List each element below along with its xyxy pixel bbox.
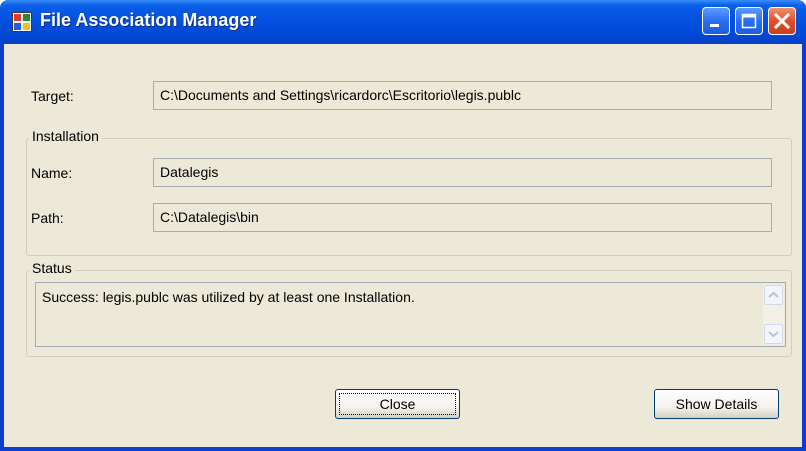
target-label: Target: [31,88,74,104]
target-field[interactable]: C:\Documents and Settings\ricardorc\Escr… [153,81,772,110]
maximize-button[interactable] [735,7,763,35]
close-button[interactable]: Close [335,389,460,419]
minimize-icon [710,24,719,27]
path-label: Path: [31,210,64,226]
window-title: File Association Manager [40,10,257,30]
name-field[interactable]: Datalegis [153,158,772,187]
show-details-button-label: Show Details [675,396,758,412]
status-message: Success: legis.publc was utilized by at … [42,289,415,305]
application-window-icon [12,12,32,32]
close-button-label: Close [379,396,416,412]
title-bar[interactable]: File Association Manager [0,0,806,44]
path-field[interactable]: C:\Datalegis\bin [153,203,772,232]
chevron-up-icon [768,291,779,298]
close-icon [773,12,791,30]
app-window: File Association Manager Target: C:\Docu… [0,0,806,451]
maximize-icon [741,13,757,29]
installation-group [26,138,792,256]
chevron-down-icon [768,331,779,338]
installation-group-label: Installation [29,128,102,144]
name-label: Name: [31,165,73,181]
minimize-button[interactable] [702,7,730,35]
show-details-button[interactable]: Show Details [654,389,779,419]
scroll-down-button[interactable] [764,324,783,344]
scroll-up-button[interactable] [764,285,783,305]
status-textbox[interactable]: Success: legis.publc was utilized by at … [35,282,786,347]
status-group-label: Status [29,260,75,276]
close-window-button[interactable] [768,7,796,35]
status-scrollbar[interactable] [763,284,784,345]
dialog-body: Target: C:\Documents and Settings\ricard… [4,44,802,447]
